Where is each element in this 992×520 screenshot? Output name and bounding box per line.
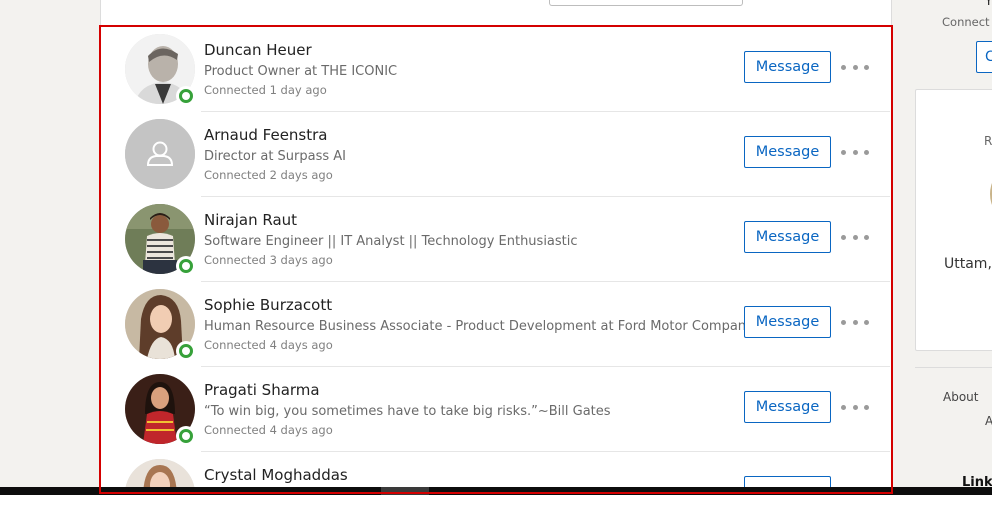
rail-title-fragment: Y <box>985 0 992 8</box>
connected-time: Connected 4 days ago <box>204 423 333 437</box>
more-options-button[interactable] <box>841 227 869 247</box>
linkedin-connections-page: Duncan Heuer Product Owner at THE ICONIC… <box>0 0 992 520</box>
search-connections-input[interactable] <box>549 0 743 6</box>
message-button[interactable]: Message <box>744 136 831 168</box>
dot-icon <box>841 64 846 70</box>
online-status-indicator <box>176 426 196 446</box>
connection-name[interactable]: Sophie Burzacott <box>204 296 332 314</box>
dot-icon <box>852 64 858 70</box>
message-button[interactable]: Message <box>744 51 831 83</box>
connection-headline: Software Engineer || IT Analyst || Techn… <box>204 234 578 249</box>
connection-headline: “To win big, you sometimes have to take … <box>204 404 611 419</box>
rail-card-label: R <box>984 134 992 148</box>
connected-time: Connected 2 days ago <box>204 168 333 182</box>
avatar[interactable] <box>125 119 195 189</box>
online-status-indicator <box>176 256 196 276</box>
connection-name[interactable]: Pragati Sharma <box>204 381 320 399</box>
dot-icon <box>841 149 846 155</box>
avatar[interactable] <box>125 459 195 487</box>
more-options-button[interactable] <box>841 312 869 332</box>
dot-icon <box>864 64 869 70</box>
connection-headline: Product Owner at THE ICONIC <box>204 64 398 79</box>
rail-card-text: Uttam, <box>944 256 992 272</box>
online-status-indicator <box>176 341 196 361</box>
connected-time: Connected 3 days ago <box>204 253 333 267</box>
dot-icon <box>864 404 869 410</box>
connection-name[interactable]: Duncan Heuer <box>204 41 312 59</box>
connection-row: Pragati Sharma “To win big, you sometime… <box>101 367 890 452</box>
connections-list: Duncan Heuer Product Owner at THE ICONIC… <box>101 27 890 487</box>
connection-name[interactable]: Nirajan Raut <box>204 211 297 229</box>
connection-name[interactable]: Crystal Moghaddas <box>204 466 348 484</box>
connection-row: Nirajan Raut Software Engineer || IT Ana… <box>101 197 890 282</box>
horizontal-scrollbar[interactable] <box>0 487 992 495</box>
rail-divider <box>915 367 992 368</box>
dot-icon <box>852 319 858 325</box>
dot-icon <box>841 319 846 325</box>
message-button[interactable]: Message <box>744 306 831 338</box>
dot-icon <box>852 149 858 155</box>
dot-icon <box>864 319 869 325</box>
rail-card: R Uttam, <box>915 89 992 351</box>
message-button[interactable]: Message <box>744 391 831 423</box>
connection-headline: Director at Surpass AI <box>204 149 347 164</box>
default-person-icon <box>125 119 195 189</box>
dot-icon <box>852 234 858 240</box>
online-status-indicator <box>176 86 196 106</box>
more-options-button[interactable] <box>841 142 869 162</box>
connected-time: Connected 4 days ago <box>204 338 333 352</box>
footer-link[interactable]: A <box>985 414 992 428</box>
dot-icon <box>841 404 846 410</box>
bottom-area <box>0 495 992 520</box>
rail-connect-text: Connect w <box>942 15 992 29</box>
dot-icon <box>852 404 858 410</box>
dot-icon <box>841 234 846 240</box>
connection-row: Sophie Burzacott Human Resource Business… <box>101 282 890 367</box>
dot-icon <box>864 234 869 240</box>
more-options-button[interactable] <box>841 57 869 77</box>
message-button[interactable] <box>744 476 831 487</box>
connection-row: Arnaud Feenstra Director at Surpass AI C… <box>101 112 890 197</box>
message-button[interactable]: Message <box>744 221 831 253</box>
scrollbar-thumb[interactable] <box>381 487 429 495</box>
connected-time: Connected 1 day ago <box>204 83 327 97</box>
connection-row: Duncan Heuer Product Owner at THE ICONIC… <box>101 27 890 112</box>
about-link[interactable]: About <box>943 390 978 404</box>
avatar-photo-icon <box>125 459 195 487</box>
connection-name[interactable]: Arnaud Feenstra <box>204 126 328 144</box>
connection-headline: Human Resource Business Associate - Prod… <box>204 319 754 334</box>
connection-row: Crystal Moghaddas <box>101 452 890 487</box>
rail-action-button[interactable]: C <box>976 41 992 73</box>
dot-icon <box>864 149 869 155</box>
more-options-button[interactable] <box>841 397 869 417</box>
